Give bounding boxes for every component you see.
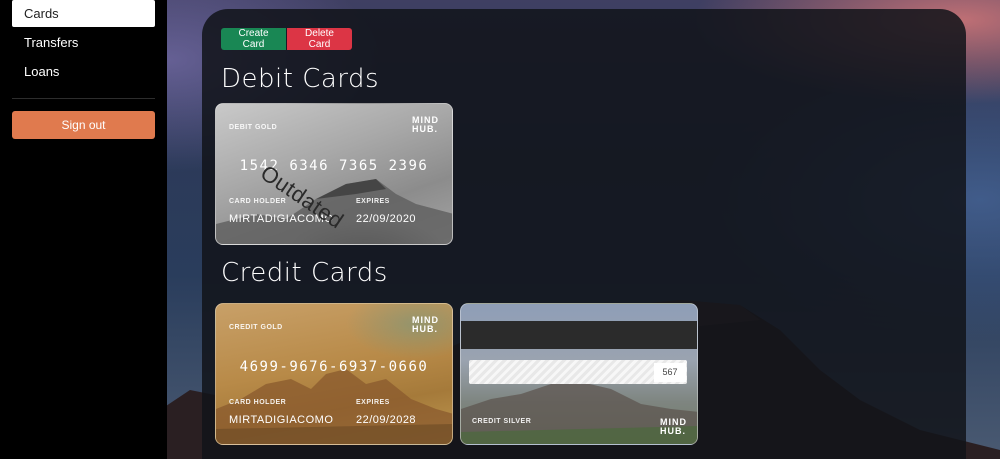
sign-out-button[interactable]: Sign out <box>12 111 155 139</box>
create-card-button[interactable]: Create Card <box>221 28 286 50</box>
card-number: 4699-9676-6937-0660 <box>239 359 429 375</box>
credit-gold-card[interactable]: CREDIT GOLD MIND HUB. 4699-9676-6937-0660… <box>215 303 453 445</box>
credit-silver-card[interactable]: 567 CREDIT SILVER MIND HUB. <box>460 303 698 445</box>
sidebar-item-loans[interactable]: Loans <box>12 58 155 85</box>
card-expiry-date: 22/09/2028 <box>356 414 417 426</box>
sidebar-item-cards[interactable]: Cards <box>12 0 155 27</box>
debit-cards-title: Debit Cards <box>221 64 380 94</box>
card-number: 1542 6346 7365 2396 <box>239 158 429 174</box>
card-type-label: DEBIT GOLD <box>229 124 278 131</box>
mindhub-logo: MIND HUB. <box>660 417 687 436</box>
mindhub-logo: MIND HUB. <box>412 315 439 334</box>
credit-cards-title: Credit Cards <box>221 258 388 288</box>
sidebar: Cards Transfers Loans Sign out <box>0 0 167 459</box>
card-type-label: CREDIT SILVER <box>472 418 532 425</box>
card-holder-label: CARD HOLDER <box>229 399 287 406</box>
delete-card-button[interactable]: Delete Card <box>287 28 352 50</box>
magnetic-stripe <box>461 321 697 349</box>
card-expiry-date: 22/09/2020 <box>356 213 417 225</box>
mindhub-logo: MIND HUB. <box>412 115 439 134</box>
sidebar-divider <box>12 98 155 99</box>
card-holder-label: CARD HOLDER <box>229 198 287 205</box>
card-type-label: CREDIT GOLD <box>229 324 283 331</box>
cvv-code: 567 <box>654 363 686 382</box>
sidebar-item-transfers[interactable]: Transfers <box>12 29 155 56</box>
card-expires-label: EXPIRES <box>356 198 390 205</box>
card-expires-label: EXPIRES <box>356 399 390 406</box>
card-holder-name: MIRTADIGIACOMO <box>229 414 334 426</box>
